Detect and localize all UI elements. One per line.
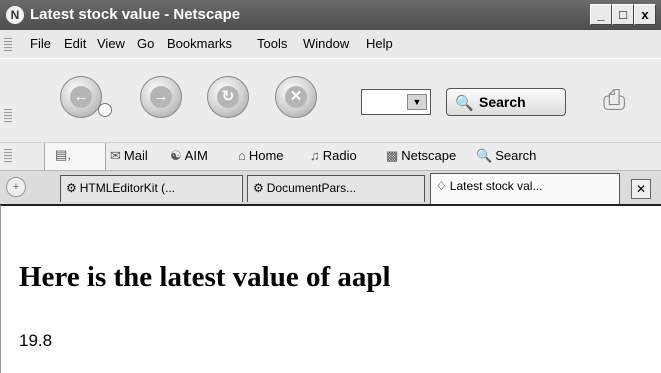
loading-throbber-icon: ⚙	[66, 181, 77, 195]
personal-item-label: Netscape	[401, 148, 457, 163]
navigation-toolbar: ← → ↻ ✕ ▼ 🔍 Search ⎙	[0, 58, 661, 142]
search-button[interactable]: 🔍 Search	[446, 88, 566, 116]
menu-go[interactable]: Go	[137, 36, 154, 51]
stock-value: 19.8	[19, 331, 53, 350]
toolbar-grip-icon[interactable]	[4, 109, 12, 123]
personal-item-label: AIM	[184, 148, 208, 163]
close-button[interactable]: x	[634, 4, 656, 25]
stop-button[interactable]: ✕	[275, 76, 317, 118]
tab-label: DocumentPars...	[266, 181, 357, 195]
my-netscape-icon: ▩	[386, 148, 399, 163]
page-heading: Here is the latest value of aapl	[19, 261, 391, 293]
back-history-dropdown[interactable]	[98, 103, 112, 117]
reload-icon: ↻	[217, 86, 239, 108]
minimize-button[interactable]: _	[590, 4, 612, 25]
magnifier-icon: 🔍	[455, 95, 474, 112]
personal-item-radio[interactable]: ♫ Radio	[310, 148, 357, 163]
tab-label: Latest stock val...	[449, 179, 543, 193]
window-title: Latest stock value - Netscape	[30, 6, 241, 23]
tab-latest-stock-value[interactable]: ♢ Latest stock val...	[430, 173, 620, 204]
netscape-logo-icon: N	[6, 6, 24, 24]
menu-tools[interactable]: Tools	[257, 36, 287, 51]
close-tab-icon: ✕	[635, 182, 647, 196]
forward-arrow-icon: →	[150, 86, 172, 108]
personal-item-label: Mail	[123, 148, 148, 163]
menu-view[interactable]: View	[97, 36, 125, 51]
menu-file[interactable]: File	[30, 36, 51, 51]
menu-help[interactable]: Help	[366, 36, 393, 51]
home-icon: ⌂	[238, 148, 246, 163]
page-content: Here is the latest value of aapl 19.8	[0, 204, 661, 373]
radio-icon: ♫	[310, 148, 320, 163]
sidebar-icon: ▤,	[55, 147, 71, 162]
location-dropdown[interactable]: ▼	[361, 89, 431, 115]
tab-label: HTMLEditorKit (...	[79, 181, 176, 195]
tab-htmleditorkit[interactable]: ⚙ HTMLEditorKit (...	[60, 175, 243, 202]
back-button[interactable]: ←	[60, 76, 102, 118]
reload-button[interactable]: ↻	[207, 76, 249, 118]
toolbar-grip-icon[interactable]	[4, 38, 12, 52]
browser-window: N Latest stock value - Netscape _ □ x Fi…	[0, 0, 661, 373]
loading-throbber-icon: ⚙	[253, 181, 264, 195]
back-arrow-icon: ←	[70, 86, 92, 108]
personal-item-home[interactable]: ⌂ Home	[238, 148, 284, 163]
search-icon: 🔍	[476, 148, 493, 163]
menu-window[interactable]: Window	[303, 36, 349, 51]
menu-bookmarks[interactable]: Bookmarks	[167, 36, 232, 51]
menu-edit[interactable]: Edit	[64, 36, 86, 51]
tab-documentparser[interactable]: ⚙ DocumentPars...	[247, 175, 425, 202]
personal-item-label: Radio	[322, 148, 357, 163]
toolbar-grip-icon[interactable]	[4, 149, 12, 163]
personal-item-aim[interactable]: ☯ AIM	[170, 148, 208, 164]
dropdown-arrow-icon[interactable]: ▼	[407, 94, 427, 110]
personal-item-search[interactable]: 🔍 Search	[476, 148, 536, 164]
close-tab-button[interactable]: ✕	[631, 179, 651, 199]
personal-item-mail[interactable]: ✉ Mail	[110, 148, 148, 164]
forward-button[interactable]: →	[140, 76, 182, 118]
tab-bar: + ⚙ HTMLEditorKit (... ⚙ DocumentPars... ♢…	[0, 170, 661, 204]
title-bar: N Latest stock value - Netscape _ □ x	[0, 0, 661, 30]
new-tab-icon: +	[12, 181, 20, 193]
menu-bar: File Edit View Go Bookmarks Tools Window…	[0, 30, 661, 58]
mail-icon: ✉	[110, 148, 121, 163]
personal-item-label: Home	[248, 148, 284, 163]
stop-icon: ✕	[285, 86, 307, 108]
page-icon: ♢	[436, 179, 447, 193]
sidebar-toggle[interactable]: ▤,	[44, 143, 106, 170]
personal-toolbar: ▤, ✉ Mail ☯ AIM ⌂ Home ♫ Radio ▩ Netscape 🔍 Se…	[0, 142, 661, 170]
print-icon[interactable]: ⎙	[603, 84, 625, 117]
new-tab-button[interactable]: +	[6, 177, 26, 197]
personal-item-label: Search	[495, 148, 537, 163]
maximize-button[interactable]: □	[612, 4, 634, 25]
aim-icon: ☯	[170, 148, 182, 163]
search-button-label: Search	[479, 94, 526, 110]
personal-item-netscape[interactable]: ▩ Netscape	[386, 148, 456, 164]
